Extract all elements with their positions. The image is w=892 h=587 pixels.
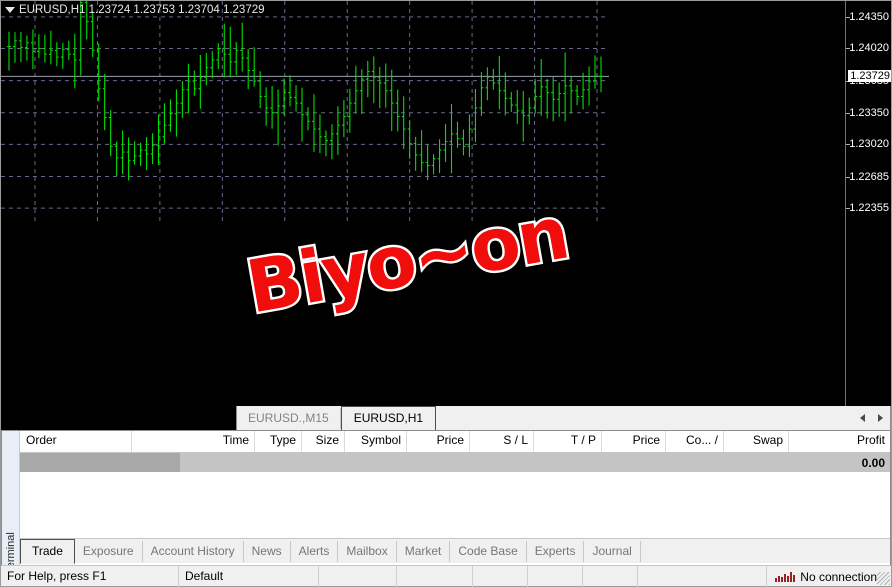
summary-fill xyxy=(20,453,180,472)
column-header-order[interactable]: Order xyxy=(20,431,132,452)
terminal-panel: x Terminal Order Time Type Size Symbol P… xyxy=(1,430,891,586)
terminal-sidebar: Terminal xyxy=(2,431,20,585)
tab-alerts[interactable]: Alerts xyxy=(291,541,339,562)
tab-experts[interactable]: Experts xyxy=(527,541,585,562)
column-header-tp[interactable]: T / P xyxy=(534,431,602,452)
terminal-header-row: Order Time Type Size Symbol Price S / L … xyxy=(20,431,890,453)
connection-status[interactable]: No connection xyxy=(766,566,877,587)
price-axis-label: 1.22685 xyxy=(849,170,889,183)
chart-header: EURUSD,H1 1.23724 1.23753 1.23704 1.2372… xyxy=(5,4,265,16)
column-header-size[interactable]: Size xyxy=(302,431,345,452)
chart-tab-eurusd-m15[interactable]: EURUSD.,M15 xyxy=(237,408,341,429)
column-header-swap[interactable]: Swap xyxy=(724,431,789,452)
chart-tab-bar: EURUSD.,M15 EURUSD,H1 xyxy=(236,406,891,431)
status-cell-4 xyxy=(397,565,473,587)
connection-status-label: No connection xyxy=(800,569,877,584)
column-header-profit[interactable]: Profit xyxy=(789,431,890,452)
terminal-summary-row: 0.00 xyxy=(20,453,890,472)
terminal-tab-bar: Trade Exposure Account History News Aler… xyxy=(20,538,890,564)
tab-code-base[interactable]: Code Base xyxy=(450,541,527,562)
chart-window[interactable]: Biyo~on Biyo~on EURUSD,H1 1.23724 1.2375… xyxy=(1,1,891,586)
terminal-orders-grid: Order Time Type Size Symbol Price S / L … xyxy=(20,431,890,472)
tab-news[interactable]: News xyxy=(244,541,291,562)
column-header-sl[interactable]: S / L xyxy=(470,431,534,452)
status-profile[interactable]: Default xyxy=(179,565,319,587)
price-axis-label: 1.22355 xyxy=(849,202,889,215)
chart-tab-eurusd-h1[interactable]: EURUSD,H1 xyxy=(340,406,437,431)
tab-journal[interactable]: Journal xyxy=(584,541,641,562)
column-header-symbol[interactable]: Symbol xyxy=(345,431,407,452)
status-cell-6 xyxy=(528,565,583,587)
price-plot xyxy=(1,1,609,224)
price-axis-label: 1.23020 xyxy=(849,138,889,151)
summary-profit-value: 0.00 xyxy=(861,455,885,470)
mt4-window: XM : XMGlobal-Real 17 - [EURUSD,H1] File… xyxy=(0,0,892,587)
status-cell-3 xyxy=(319,565,397,587)
chart-tab-scroll-left-icon[interactable] xyxy=(859,412,867,426)
chart-menu-caret-icon[interactable] xyxy=(5,6,15,13)
column-header-commission[interactable]: Co... / xyxy=(666,431,724,452)
tab-trade[interactable]: Trade xyxy=(20,539,75,564)
column-header-time[interactable]: Time xyxy=(132,431,255,452)
price-axis-label: 1.23350 xyxy=(849,106,889,119)
tab-market[interactable]: Market xyxy=(397,541,451,562)
tab-exposure[interactable]: Exposure xyxy=(75,541,143,562)
status-cell-5 xyxy=(473,565,528,587)
price-axis-label: 1.24350 xyxy=(849,10,889,23)
status-help-text: For Help, press F1 xyxy=(1,565,179,587)
column-header-price-open[interactable]: Price xyxy=(407,431,470,452)
column-header-price-current[interactable]: Price xyxy=(602,431,666,452)
resize-grip[interactable] xyxy=(877,572,890,585)
tab-account-history[interactable]: Account History xyxy=(143,541,244,562)
tab-mailbox[interactable]: Mailbox xyxy=(338,541,397,562)
status-cell-7 xyxy=(583,565,638,587)
chart-tab-scroll-buttons xyxy=(859,412,884,426)
signal-bars-icon xyxy=(775,571,796,582)
status-bar: For Help, press F1 Default No connection xyxy=(1,565,891,587)
column-header-type[interactable]: Type xyxy=(255,431,302,452)
current-price-label: 1.23729 xyxy=(848,70,891,83)
chart-tab-scroll-right-icon[interactable] xyxy=(876,412,884,426)
price-axis-label: 1.24020 xyxy=(849,42,889,55)
chart-ohlc-text: EURUSD,H1 1.23724 1.23753 1.23704 1.2372… xyxy=(19,4,265,16)
